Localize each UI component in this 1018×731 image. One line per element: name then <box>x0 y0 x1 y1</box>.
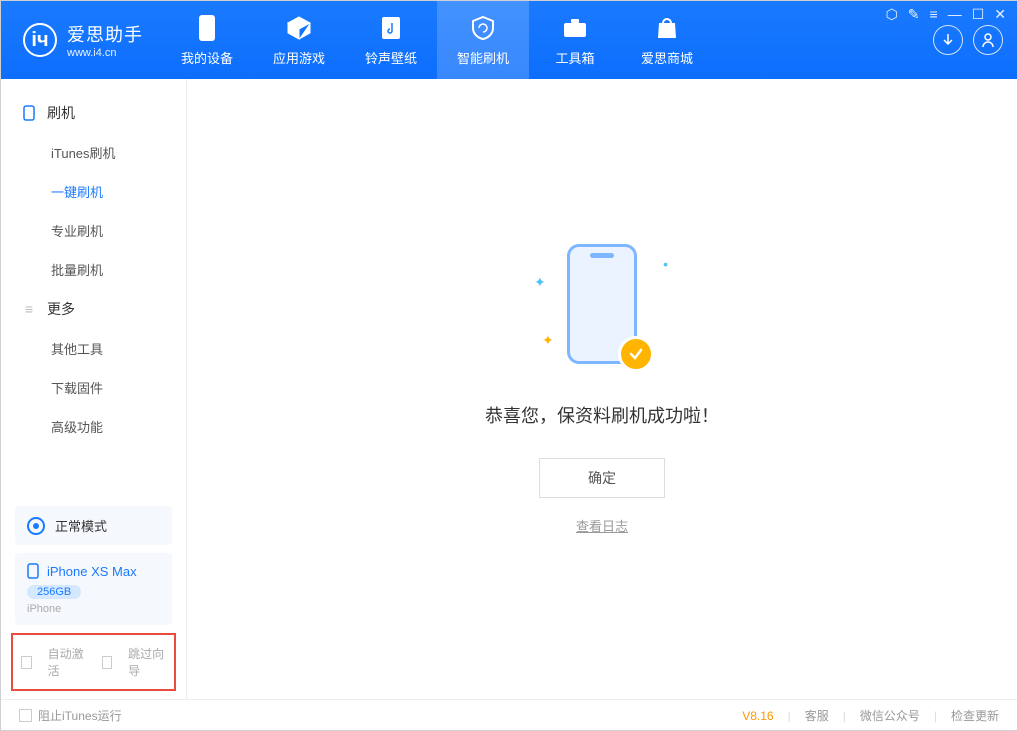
music-file-icon <box>377 14 405 42</box>
group-title: 刷机 <box>47 103 75 123</box>
sidebar-item-itunes-flash[interactable]: iTunes刷机 <box>1 133 186 172</box>
sidebar-group-flash: 刷机 <box>1 93 186 133</box>
sidebar-item-oneclick-flash[interactable]: 一键刷机 <box>1 172 186 211</box>
sidebar-item-other-tools[interactable]: 其他工具 <box>1 329 186 368</box>
logo-icon: iч <box>23 23 57 57</box>
device-capacity: 256GB <box>27 585 81 599</box>
tab-toolbox[interactable]: 工具箱 <box>529 1 621 79</box>
device-icon <box>193 14 221 42</box>
mode-icon <box>27 517 45 535</box>
minimize-icon[interactable]: — <box>948 6 962 23</box>
device-card[interactable]: iPhone XS Max 256GB iPhone <box>15 553 172 625</box>
app-site: www.i4.cn <box>67 47 143 59</box>
header: iч 爱思助手 www.i4.cn 我的设备 应用游戏 铃声壁纸 智能刷机 工具… <box>1 1 1017 79</box>
stop-itunes-label: 阻止iTunes运行 <box>38 707 122 724</box>
phone-icon <box>21 105 37 121</box>
checkbox-row: 自动激活 跳过向导 <box>11 633 176 691</box>
sidebar-item-batch-flash[interactable]: 批量刷机 <box>1 250 186 289</box>
app-name: 爱思助手 <box>67 21 143 47</box>
sidebar-item-advanced[interactable]: 高级功能 <box>1 407 186 446</box>
mode-label: 正常模式 <box>55 516 107 535</box>
sparkle-icon: ✦ <box>542 332 554 349</box>
shirt-icon[interactable]: ⬡ <box>886 6 898 23</box>
tab-label: 爱思商城 <box>641 48 693 67</box>
success-message: 恭喜您，保资料刷机成功啦！ <box>485 402 719 428</box>
close-icon[interactable]: ✕ <box>994 6 1006 23</box>
auto-activate-label: 自动激活 <box>48 645 86 679</box>
tab-smart-flash[interactable]: 智能刷机 <box>437 1 529 79</box>
tab-label: 工具箱 <box>555 48 594 67</box>
check-badge-icon <box>618 336 654 372</box>
device-type: iPhone <box>27 603 160 615</box>
tab-label: 应用游戏 <box>273 48 325 67</box>
shield-refresh-icon <box>469 14 497 42</box>
tab-my-device[interactable]: 我的设备 <box>161 1 253 79</box>
nav-tabs: 我的设备 应用游戏 铃声壁纸 智能刷机 工具箱 爱思商城 <box>161 1 713 79</box>
sidebar-item-download-firmware[interactable]: 下载固件 <box>1 368 186 407</box>
ok-button[interactable]: 确定 <box>539 458 665 498</box>
mode-card[interactable]: 正常模式 <box>15 506 172 545</box>
skip-guide-checkbox[interactable] <box>102 656 113 669</box>
group-title: 更多 <box>47 299 75 319</box>
footer: 阻止iTunes运行 V8.16 | 客服 | 微信公众号 | 检查更新 <box>1 699 1017 731</box>
footer-link-wechat[interactable]: 微信公众号 <box>860 707 920 724</box>
sparkle-icon: ✦ <box>534 274 546 291</box>
sidebar-item-pro-flash[interactable]: 专业刷机 <box>1 211 186 250</box>
bag-icon <box>653 14 681 42</box>
success-illustration: ✦ • ✦ <box>542 244 662 374</box>
window-controls: ⬡ ✎ ≡ — ☐ ✕ <box>886 6 1006 23</box>
tab-label: 铃声壁纸 <box>365 48 417 67</box>
sidebar-group-more: ≡ 更多 <box>1 289 186 329</box>
tab-ringtone-wallpaper[interactable]: 铃声壁纸 <box>345 1 437 79</box>
tab-apps-games[interactable]: 应用游戏 <box>253 1 345 79</box>
main-content: ✦ • ✦ 恭喜您，保资料刷机成功啦！ 确定 查看日志 <box>187 79 1017 699</box>
footer-link-update[interactable]: 检查更新 <box>951 707 999 724</box>
stop-itunes-checkbox[interactable] <box>19 709 32 722</box>
cube-icon <box>285 14 313 42</box>
maximize-icon[interactable]: ☐ <box>972 6 985 23</box>
tab-store[interactable]: 爱思商城 <box>621 1 713 79</box>
version-label: V8.16 <box>742 709 773 723</box>
list-icon: ≡ <box>21 301 37 317</box>
view-log-link[interactable]: 查看日志 <box>576 516 628 535</box>
footer-link-support[interactable]: 客服 <box>805 707 829 724</box>
tab-label: 我的设备 <box>181 48 233 67</box>
device-name: iPhone XS Max <box>47 564 137 579</box>
tab-label: 智能刷机 <box>457 48 509 67</box>
menu-icon[interactable]: ≡ <box>930 6 938 23</box>
phone-icon <box>27 563 39 579</box>
sparkle-icon: • <box>663 256 668 272</box>
download-button[interactable] <box>933 25 963 55</box>
user-button[interactable] <box>973 25 1003 55</box>
skip-guide-label: 跳过向导 <box>128 645 166 679</box>
toolbox-icon <box>561 14 589 42</box>
auto-activate-checkbox[interactable] <box>21 656 32 669</box>
sidebar: 刷机 iTunes刷机 一键刷机 专业刷机 批量刷机 ≡ 更多 其他工具 下载固… <box>1 79 187 699</box>
logo: iч 爱思助手 www.i4.cn <box>1 1 161 79</box>
note-icon[interactable]: ✎ <box>908 6 920 23</box>
